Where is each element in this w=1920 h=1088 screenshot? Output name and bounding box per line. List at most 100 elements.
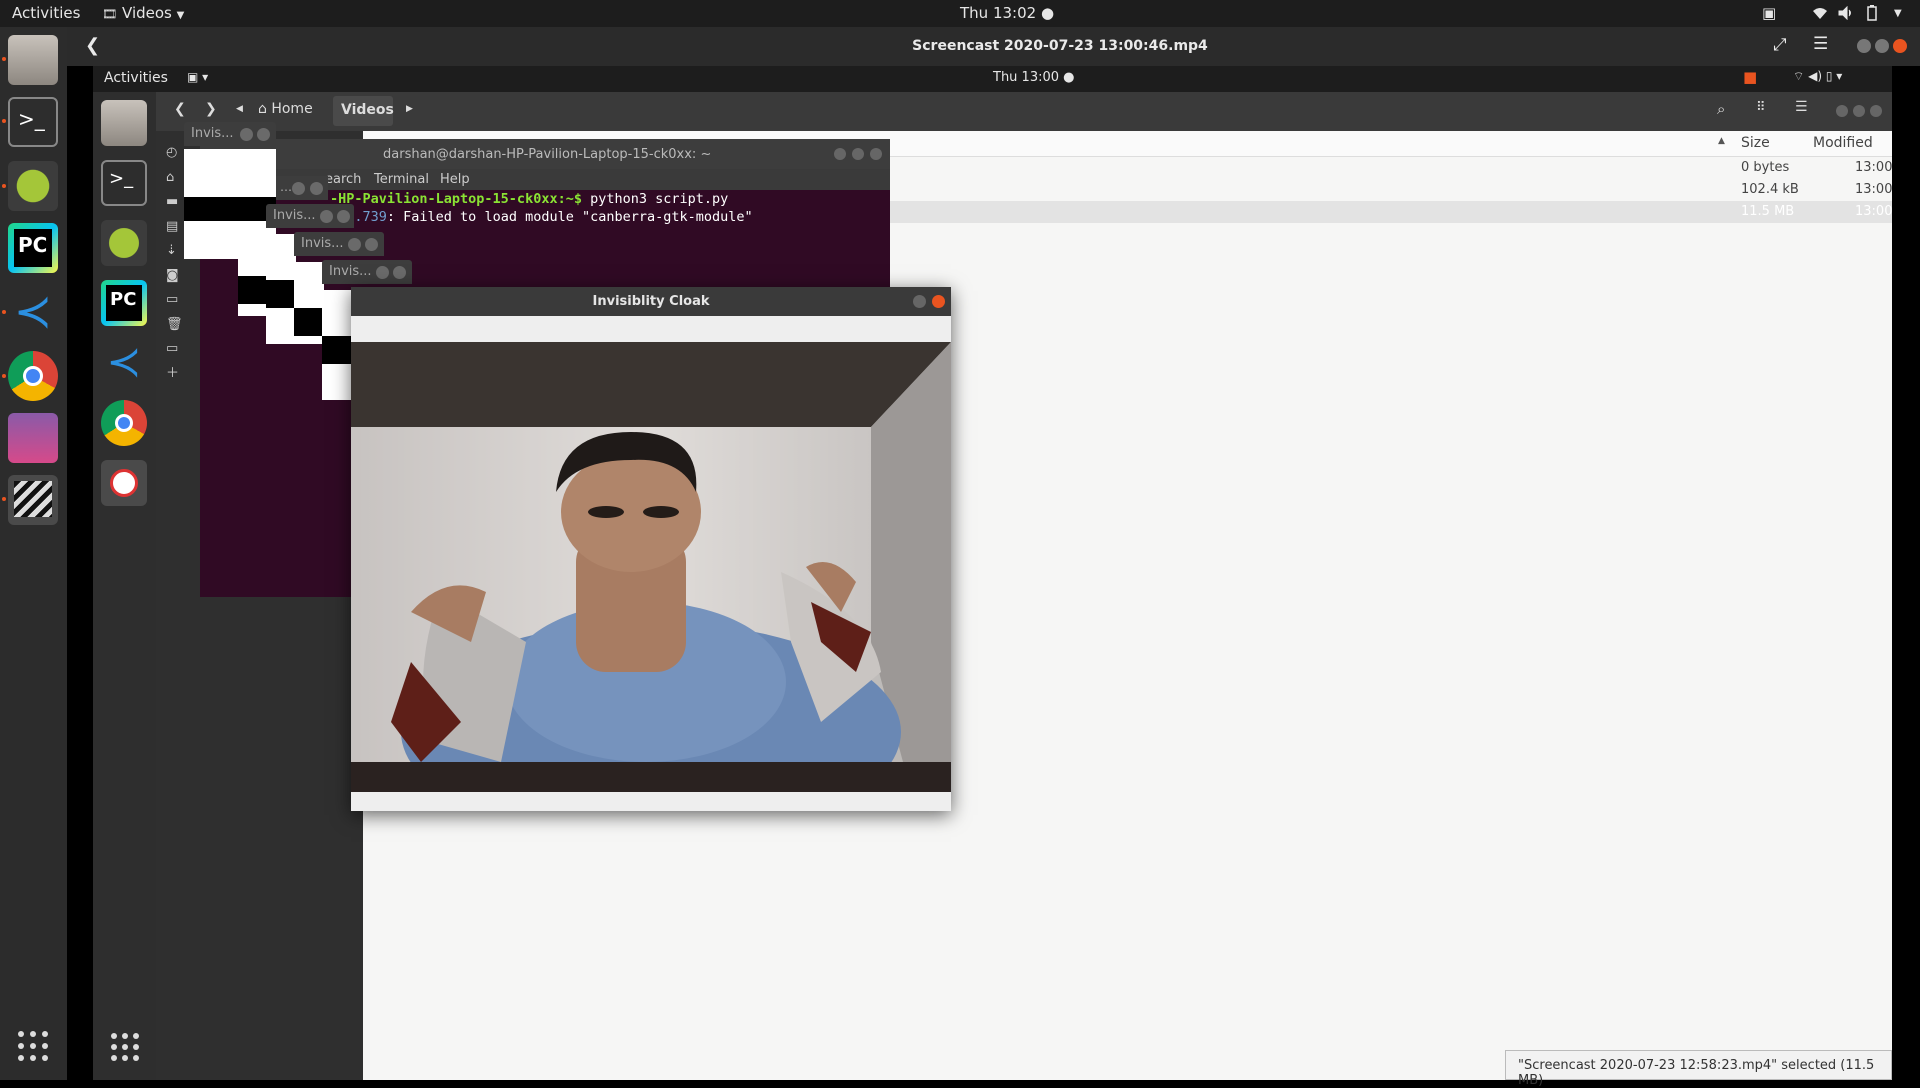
running-indicator xyxy=(2,119,6,123)
invis-close-button xyxy=(310,182,323,195)
invis-window-titlebar: Invis... xyxy=(184,122,276,146)
inner-clock: Thu 13:00 ● xyxy=(993,70,1075,85)
wifi-icon[interactable] xyxy=(1812,6,1828,20)
term-minimize-button xyxy=(834,148,846,160)
term-close-button xyxy=(870,148,882,160)
nav-forward-icon: ❯ xyxy=(205,101,217,117)
file-manager-header: ❮ ❯ ◀ ⌂ Home Videos ▶ ⌕ ⠿ ☰ xyxy=(156,92,1892,131)
terminal-title: darshan@darshan-HP-Pavilion-Laptop-15-ck… xyxy=(383,147,712,162)
inner-screen-recorder-icon xyxy=(101,460,147,506)
volume-icon[interactable] xyxy=(1838,6,1854,20)
maximize-button[interactable] xyxy=(1875,39,1889,53)
inner-dock: >_ PC ≺ xyxy=(93,92,156,1080)
running-indicator xyxy=(2,57,6,61)
error-message: : Failed to load module "canberra-gtk-mo… xyxy=(386,209,753,225)
running-indicator xyxy=(2,374,6,378)
minimize-button[interactable] xyxy=(1857,39,1871,53)
show-apps-grid-icon[interactable] xyxy=(17,1030,49,1062)
invis-minimize-button xyxy=(376,266,389,279)
running-indicator xyxy=(2,497,6,501)
invis-minimize-button xyxy=(348,238,361,251)
system-menu-chevron-icon[interactable]: ▼ xyxy=(1894,8,1902,19)
breadcrumb-home: ⌂ Home xyxy=(258,101,313,117)
webcam-frame-illustration xyxy=(351,342,951,792)
terminal-titlebar: darshan@darshan-HP-Pavilion-Laptop-15-ck… xyxy=(200,139,890,169)
invis-window-titlebar: Invis... xyxy=(294,232,384,256)
video-player-header: ❮ Screencast 2020-07-23 13:00:46.mp4 ⤢ ☰ xyxy=(67,27,1920,66)
files-icon[interactable] xyxy=(8,35,58,85)
back-button[interactable]: ❮ xyxy=(85,35,100,56)
chrome-icon[interactable] xyxy=(8,351,58,401)
inner-files-icon xyxy=(101,100,147,146)
menu-terminal: Terminal xyxy=(374,172,429,187)
screenshot-tool-icon[interactable] xyxy=(8,413,58,463)
inner-status-icons: ⌔ ◀) ▯ ▾ xyxy=(1793,69,1843,83)
cloak-minimize-button xyxy=(913,295,926,308)
terminal-icon[interactable]: >_ xyxy=(8,97,58,147)
inner-chrome-icon xyxy=(101,400,147,446)
term-maximize-button xyxy=(852,148,864,160)
sort-ascending-icon: ▲ xyxy=(1718,136,1725,146)
file-size: 11.5 MB xyxy=(1741,204,1795,219)
path-right-icon: ▶ xyxy=(406,104,413,114)
invis-minimize-button xyxy=(292,182,305,195)
menu-help: Help xyxy=(440,172,470,187)
file-modified: 13:00 xyxy=(1855,204,1893,219)
battery-icon[interactable] xyxy=(1867,5,1877,21)
fm-maximize-button xyxy=(1853,105,1865,117)
path-left-icon: ◀ xyxy=(236,104,243,114)
videos-app-icon[interactable] xyxy=(8,475,58,525)
fullscreen-icon[interactable]: ⤢ xyxy=(1773,35,1787,55)
outer-dock: >_ PC ≺ xyxy=(0,27,67,1080)
clock[interactable]: Thu 13:02 ● xyxy=(960,4,1054,22)
mask-window-body xyxy=(322,290,352,400)
inner-show-apps-icon xyxy=(111,1033,139,1061)
inner-android-studio-icon xyxy=(101,220,147,266)
close-button[interactable] xyxy=(1893,39,1907,53)
invis-close-button xyxy=(365,238,378,251)
invis-minimize-button xyxy=(240,128,253,141)
selection-status-text: "Screencast 2020-07-23 12:58:23.mp4" sel… xyxy=(1518,1058,1875,1088)
running-indicator xyxy=(2,310,6,314)
cloak-window-titlebar: Invisiblity Cloak xyxy=(351,287,951,316)
file-size: 0 bytes xyxy=(1741,160,1790,175)
vscode-icon[interactable]: ≺ xyxy=(8,287,58,337)
invis-window-title: Invis... xyxy=(329,264,372,279)
inner-activities: Activities xyxy=(104,70,168,86)
grid-view-icon: ⠿ xyxy=(1756,100,1766,115)
invis-close-button xyxy=(393,266,406,279)
column-size: Size xyxy=(1741,135,1770,151)
android-studio-icon[interactable] xyxy=(8,161,58,211)
hamburger-menu-icon[interactable]: ☰ xyxy=(1813,34,1828,54)
breadcrumb-current: Videos xyxy=(333,96,394,126)
invis-window-titlebar: Invis... xyxy=(322,260,412,284)
screen-record-icon[interactable]: ▣ xyxy=(1762,4,1776,22)
selection-status: "Screencast 2020-07-23 12:58:23.mp4" sel… xyxy=(1505,1050,1892,1088)
invis-close-button xyxy=(257,128,270,141)
videos-app-icon: 🎞 xyxy=(102,7,118,21)
invis-window-titlebar: … xyxy=(276,176,328,200)
activities-button[interactable]: Activities xyxy=(12,4,80,22)
command-text: python3 script.py xyxy=(590,191,729,207)
terminal-error-line: :20.739: Failed to load module "canberra… xyxy=(330,209,753,225)
search-icon: ⌕ xyxy=(1717,100,1726,118)
inner-terminal-icon: >_ xyxy=(101,160,147,206)
nav-back-icon: ❮ xyxy=(174,101,186,117)
app-menu[interactable]: 🎞 Videos ▼ xyxy=(102,4,184,22)
fm-close-button xyxy=(1870,105,1882,117)
running-indicator xyxy=(2,184,6,188)
menu-icon: ☰ xyxy=(1795,99,1808,115)
invis-minimize-button xyxy=(320,210,333,223)
terminal-prompt: -HP-Pavilion-Laptop-15-ck0xx:~$ python3 … xyxy=(330,191,728,207)
sidebar-icons: ◴ ⌂ ▬ ▤ ⇣ ◙ ▭ 🗑 ▭ ＋ xyxy=(166,145,183,381)
outer-top-bar: Activities 🎞 Videos ▼ Thu 13:02 ● ▣ ▼ xyxy=(0,0,1920,27)
invis-window-title: Invis... xyxy=(191,126,234,141)
mask-window-body xyxy=(238,252,268,316)
mask-window-body xyxy=(266,234,296,344)
pycharm-icon[interactable]: PC xyxy=(8,223,58,273)
mask-window-body xyxy=(294,262,324,344)
recording-icon: ■ xyxy=(1743,68,1758,86)
menu-search: earch xyxy=(325,172,362,187)
invis-window-titlebar: Invis... xyxy=(266,204,354,228)
inner-top-bar: Activities ▣ ▾ Thu 13:00 ● ■ ⌔ ◀) ▯ ▾ xyxy=(93,66,1892,92)
